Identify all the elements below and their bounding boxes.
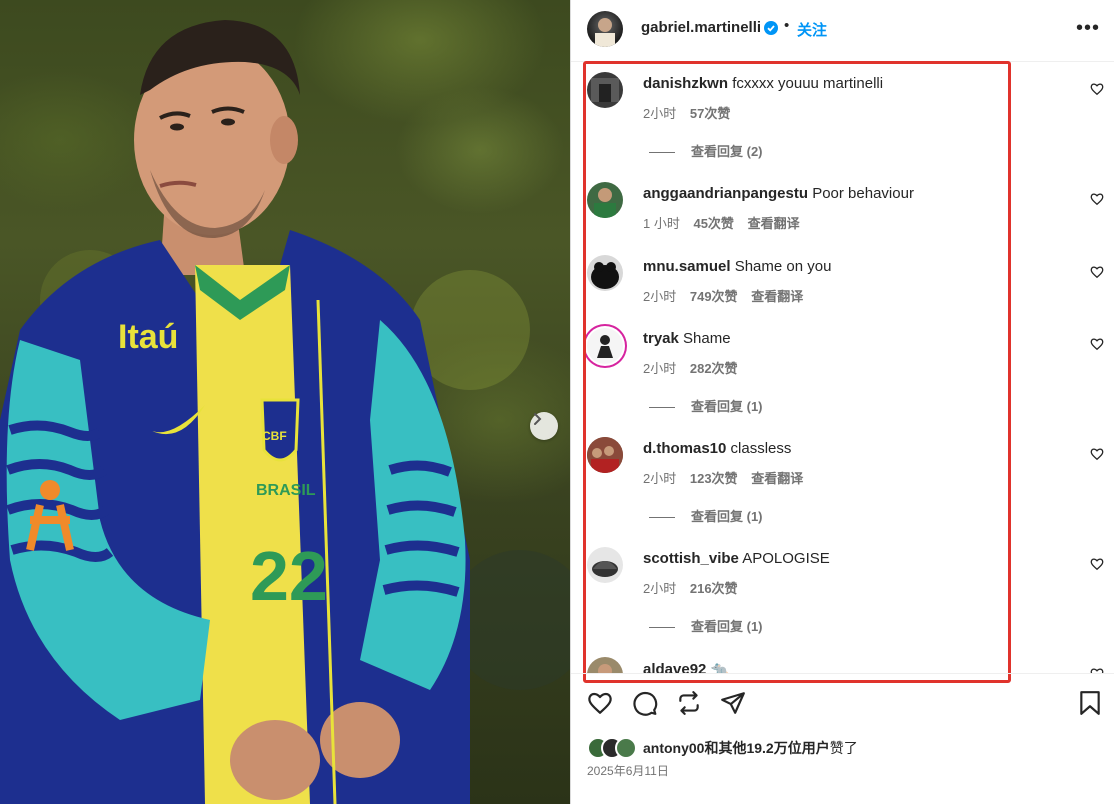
comment-text: fcxxxx youuu martinelli xyxy=(732,75,884,92)
heart-icon[interactable] xyxy=(1090,557,1104,576)
comment-likes[interactable]: 282次赞 xyxy=(690,361,738,376)
comment-text: 🐀 xyxy=(710,661,730,673)
comment-time: 1 小时 xyxy=(643,216,680,231)
more-options-icon[interactable]: ••• xyxy=(1076,18,1100,38)
comment-likes[interactable]: 216次赞 xyxy=(690,581,738,596)
view-replies-button[interactable]: 查看回复 (2) xyxy=(649,141,763,160)
comments-list[interactable]: danishzkwn fcxxxx youuu martinelli 2小时 5… xyxy=(571,63,1114,673)
comment-username[interactable]: danishzkwn xyxy=(643,75,728,92)
view-replies-button[interactable]: 查看回复 (1) xyxy=(649,506,763,525)
comment-likes[interactable]: 57次赞 xyxy=(690,106,730,121)
country-text: BRASIL xyxy=(256,482,316,499)
avatar[interactable] xyxy=(587,255,623,291)
avatar[interactable] xyxy=(587,657,623,673)
post-actions: antony00和其他19.2万位用户赞了 2025年6月11日 xyxy=(571,673,1114,804)
heart-icon[interactable] xyxy=(1090,337,1104,356)
replies-line xyxy=(649,517,675,519)
bookmark-icon[interactable] xyxy=(1079,690,1101,721)
avatar[interactable] xyxy=(587,437,623,473)
player-illustration: Itaú CBF BRASIL 22 xyxy=(0,20,570,804)
heart-icon[interactable] xyxy=(1090,447,1104,466)
carousel-next-button[interactable] xyxy=(530,412,558,440)
comment-username[interactable]: aldave92 xyxy=(643,661,706,673)
avatar[interactable] xyxy=(587,11,623,47)
avatar xyxy=(615,737,637,759)
replies-line xyxy=(649,627,675,629)
avatar[interactable] xyxy=(587,328,623,364)
heart-icon[interactable] xyxy=(1090,192,1104,211)
post-panel: gabriel.martinelli • 关注 ••• danishzkwn f… xyxy=(571,0,1114,804)
comment-icon[interactable] xyxy=(632,690,658,721)
comment-time: 2小时 xyxy=(643,471,677,486)
likes-summary: antony00和其他19.2万位用户赞了 xyxy=(643,740,858,756)
comment-time: 2小时 xyxy=(643,106,677,121)
follow-button[interactable]: 关注 xyxy=(797,19,827,40)
replies-line xyxy=(649,407,675,409)
separator-dot: • xyxy=(784,17,790,34)
sponsor-text: Itaú xyxy=(118,318,178,356)
view-replies-button[interactable]: 查看回复 (1) xyxy=(649,616,763,635)
avatar[interactable] xyxy=(587,72,623,108)
translate-button[interactable]: 查看翻译 xyxy=(751,289,803,304)
liked-by-row[interactable]: antony00和其他19.2万位用户赞了 xyxy=(587,737,858,759)
comment-username[interactable]: d.thomas10 xyxy=(643,440,726,457)
comment-time: 2小时 xyxy=(643,289,677,304)
comment-username[interactable]: mnu.samuel xyxy=(643,258,731,275)
verified-badge-icon xyxy=(764,21,778,40)
send-icon[interactable] xyxy=(720,690,746,721)
translate-button[interactable]: 查看翻译 xyxy=(748,216,800,231)
heart-icon[interactable] xyxy=(1090,265,1104,284)
comment-text: classless xyxy=(730,440,792,457)
comment-text: Shame xyxy=(683,330,731,347)
comment-username[interactable]: scottish_vibe xyxy=(643,550,739,567)
comment-text: Shame on you xyxy=(734,258,832,275)
comment-text: APOLOGISE xyxy=(742,550,830,567)
comment-likes[interactable]: 123次赞 xyxy=(690,471,738,486)
translate-button[interactable]: 查看翻译 xyxy=(751,471,803,486)
comment-text: Poor behaviour xyxy=(812,185,914,202)
avatar[interactable] xyxy=(587,182,623,218)
comment-username[interactable]: tryak xyxy=(643,330,679,347)
badge-text: CBF xyxy=(262,429,287,443)
post-username[interactable]: gabriel.martinelli xyxy=(641,19,761,36)
replies-line xyxy=(649,152,675,154)
heart-icon[interactable] xyxy=(587,690,613,721)
view-replies-button[interactable]: 查看回复 (1) xyxy=(649,396,763,415)
jersey-number: 22 xyxy=(250,537,328,615)
comment-time: 2小时 xyxy=(643,361,677,376)
post-photo: Itaú CBF BRASIL 22 xyxy=(0,0,570,804)
comment-username[interactable]: anggaandrianpangestu xyxy=(643,185,808,202)
comment-likes[interactable]: 749次赞 xyxy=(690,289,738,304)
avatar[interactable] xyxy=(587,547,623,583)
post-date: 2025年6月11日 xyxy=(587,764,669,778)
heart-icon[interactable] xyxy=(1090,82,1104,101)
comment-time: 2小时 xyxy=(643,581,677,596)
share-icon[interactable] xyxy=(676,690,702,721)
post-header: gabriel.martinelli • 关注 ••• xyxy=(571,0,1114,62)
comment-likes[interactable]: 45次赞 xyxy=(693,216,733,231)
